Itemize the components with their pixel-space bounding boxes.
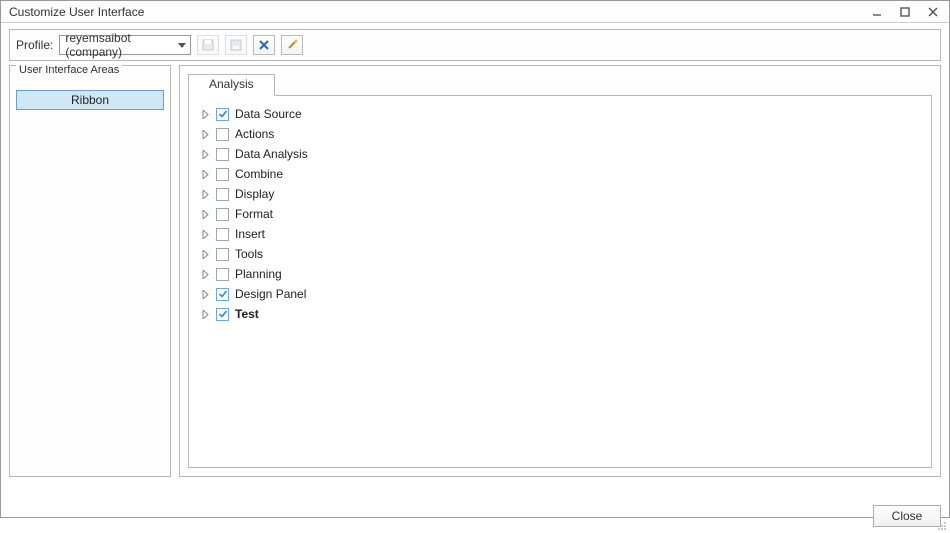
expand-collapse-icon[interactable]: [201, 170, 210, 179]
tree-checkbox[interactable]: [216, 288, 229, 301]
ribbon-area-button[interactable]: Ribbon: [16, 90, 164, 110]
tree-checkbox[interactable]: [216, 168, 229, 181]
expand-collapse-icon[interactable]: [201, 130, 210, 139]
wizard-button[interactable]: [281, 35, 303, 55]
expand-collapse-icon[interactable]: [201, 290, 210, 299]
config-panel: Analysis Data Source Actions Data Analysis…: [179, 65, 941, 477]
chevron-down-icon: [178, 38, 186, 52]
profile-toolbar: Profile: reyemsaibot (company): [9, 29, 941, 61]
title-bar: Customize User Interface: [1, 1, 949, 23]
save-icon: [202, 39, 214, 51]
delete-profile-button[interactable]: [253, 35, 275, 55]
tree-checkbox[interactable]: [216, 268, 229, 281]
expand-collapse-icon[interactable]: [201, 150, 210, 159]
tree-item-label: Data Source: [235, 107, 302, 121]
expand-collapse-icon[interactable]: [201, 310, 210, 319]
tree-row[interactable]: Display: [199, 184, 921, 204]
expand-collapse-icon[interactable]: [201, 250, 210, 259]
tree-item-label: Insert: [235, 227, 265, 241]
tree-row[interactable]: Design Panel: [199, 284, 921, 304]
tree-item-label: Format: [235, 207, 273, 221]
tree-row[interactable]: Insert: [199, 224, 921, 244]
tree-row[interactable]: Test: [199, 304, 921, 324]
tree-item-label: Test: [235, 307, 259, 321]
expand-collapse-icon[interactable]: [201, 270, 210, 279]
tree-row[interactable]: Data Source: [199, 104, 921, 124]
tree-item-label: Actions: [235, 127, 274, 141]
tree-checkbox[interactable]: [216, 308, 229, 321]
tree-row[interactable]: Actions: [199, 124, 921, 144]
tree-checkbox[interactable]: [216, 228, 229, 241]
expand-collapse-icon[interactable]: [201, 210, 210, 219]
tree-row[interactable]: Tools: [199, 244, 921, 264]
tree-checkbox[interactable]: [216, 188, 229, 201]
tree-row[interactable]: Format: [199, 204, 921, 224]
tree-item-label: Design Panel: [235, 287, 306, 301]
tab-analysis-label: Analysis: [209, 77, 254, 91]
window-title: Customize User Interface: [9, 5, 867, 19]
tree-item-label: Tools: [235, 247, 263, 261]
expand-collapse-icon[interactable]: [201, 230, 210, 239]
wand-icon: [286, 39, 298, 51]
delete-x-icon: [258, 39, 270, 51]
save-profile-as-button[interactable]: [225, 35, 247, 55]
save-as-icon: [230, 39, 242, 51]
resize-grip-icon[interactable]: [935, 519, 947, 531]
close-button[interactable]: Close: [873, 505, 941, 527]
profile-dropdown[interactable]: reyemsaibot (company): [59, 35, 191, 55]
ribbon-label: Ribbon: [71, 93, 109, 107]
profile-value: reyemsaibot (company): [65, 31, 172, 59]
tree-checkbox[interactable]: [216, 248, 229, 261]
tree-row[interactable]: Combine: [199, 164, 921, 184]
tree-checkbox[interactable]: [216, 108, 229, 121]
expand-collapse-icon[interactable]: [201, 190, 210, 199]
expand-collapse-icon[interactable]: [201, 110, 210, 119]
tree-item-label: Data Analysis: [235, 147, 308, 161]
tree-item-label: Combine: [235, 167, 283, 181]
tree-row[interactable]: Planning: [199, 264, 921, 284]
maximize-button[interactable]: [895, 4, 915, 20]
minimize-button[interactable]: [867, 4, 887, 20]
ui-areas-legend: User Interface Areas: [16, 64, 122, 76]
tree-item-label: Planning: [235, 267, 282, 281]
save-profile-button[interactable]: [197, 35, 219, 55]
close-window-button[interactable]: [923, 4, 943, 20]
analysis-tree: Data Source Actions Data Analysis Combine Di…: [188, 95, 932, 468]
tree-item-label: Display: [235, 187, 274, 201]
tree-row[interactable]: Data Analysis: [199, 144, 921, 164]
tree-checkbox[interactable]: [216, 128, 229, 141]
tree-checkbox[interactable]: [216, 148, 229, 161]
profile-label: Profile:: [16, 38, 53, 52]
ui-areas-panel: User Interface Areas Ribbon: [9, 65, 171, 477]
tab-analysis[interactable]: Analysis: [188, 74, 275, 96]
tree-checkbox[interactable]: [216, 208, 229, 221]
close-button-label: Close: [892, 509, 923, 523]
